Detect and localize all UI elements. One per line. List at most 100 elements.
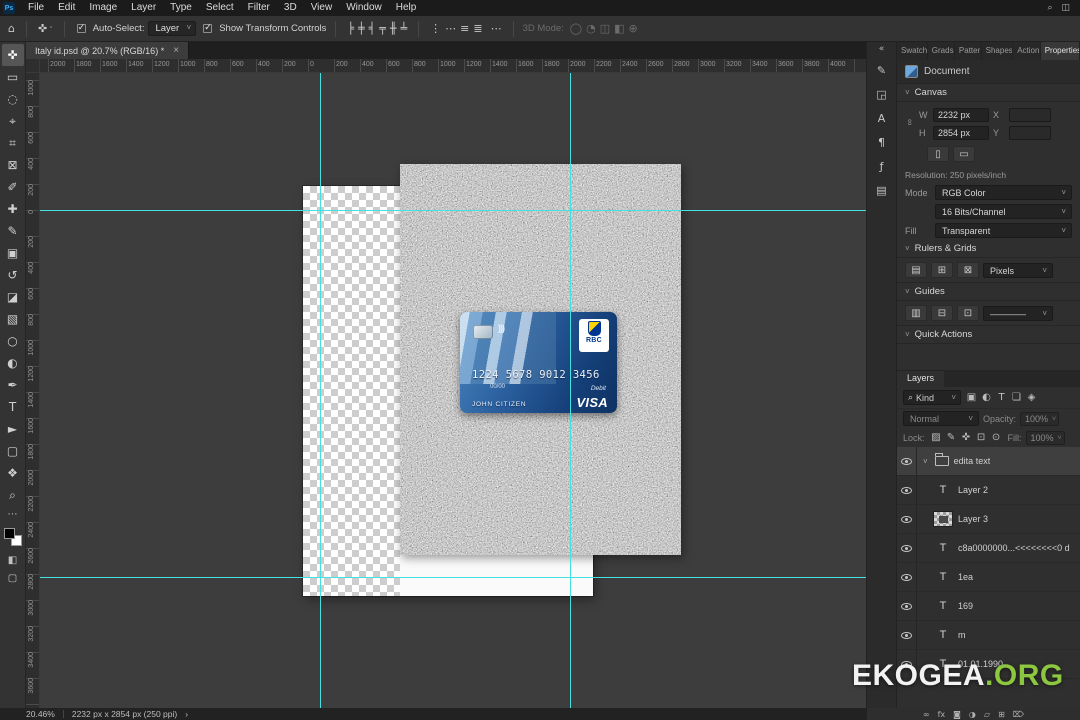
width-field[interactable]: 2232 px [933, 108, 989, 122]
menu-item-image[interactable]: Image [82, 0, 124, 16]
more-options-icon[interactable]: ⋯ [489, 22, 504, 35]
pen-tool[interactable]: ✒ [2, 374, 24, 396]
3d-scale-icon[interactable]: ⊕ [627, 22, 640, 35]
edit-toolbar-icon[interactable]: ⋯ [8, 509, 18, 520]
photoshop-app-icon[interactable]: Ps [3, 2, 15, 14]
tab-layers[interactable]: Layers [897, 371, 945, 387]
layer-row[interactable]: Layer 3 [897, 505, 1080, 534]
rectangle-tool[interactable]: ▢ [2, 440, 24, 462]
canvas-section-header[interactable]: Canvas [897, 84, 1080, 102]
search-icon[interactable]: ⌕ [1047, 3, 1052, 13]
path-selection-tool[interactable]: ► [2, 418, 24, 440]
object-selection-tool[interactable]: ⌖ [2, 110, 24, 132]
foreground-color-swatch[interactable] [3, 528, 15, 539]
marquee-tool[interactable]: ▭ [2, 66, 24, 88]
type-tool[interactable]: T [2, 396, 24, 418]
menu-item-3d[interactable]: 3D [277, 0, 304, 16]
y-field[interactable] [1009, 126, 1051, 140]
menu-item-filter[interactable]: Filter [241, 0, 277, 16]
new-adjustment-layer-icon[interactable]: ◑ [969, 710, 976, 719]
eraser-tool[interactable]: ◪ [2, 286, 24, 308]
ruler-top[interactable]: 2000 1800 1600 1400 1200 1000 800 600 400 200 0 200… [40, 59, 866, 73]
grid-toggle-icon[interactable]: ⊞ [931, 262, 953, 278]
units-select[interactable]: Pixels [983, 262, 1053, 278]
gradient-tool[interactable]: ▧ [2, 308, 24, 330]
filter-pixel-layers-icon[interactable]: ▣ [964, 390, 979, 405]
panel-tab-action[interactable]: Action [1013, 42, 1041, 60]
rulers-grids-section-header[interactable]: Rulers & Grids [897, 240, 1080, 258]
menu-item-view[interactable]: View [304, 0, 340, 16]
lock-position-icon[interactable]: ✜ [959, 430, 974, 445]
close-icon[interactable]: × [173, 45, 179, 56]
clear-guides-icon[interactable]: ⊡ [957, 305, 979, 321]
collapse-panels-icon[interactable]: « [879, 44, 885, 57]
filter-shape-layers-icon[interactable]: ❏ [1009, 390, 1024, 405]
eyedropper-tool[interactable]: ✐ [2, 176, 24, 198]
lock-all-icon[interactable]: ⊙ [989, 430, 1004, 445]
color-swatches[interactable] [3, 528, 22, 546]
panel-tab-shapes[interactable]: Shapes [982, 42, 1014, 60]
align-left-icon[interactable]: ╞ [345, 22, 356, 35]
home-icon[interactable]: ⌂ [6, 22, 17, 35]
guide-style-select[interactable]: ———— [983, 305, 1053, 321]
link-layers-icon[interactable]: ∞ [923, 710, 930, 719]
layer-row[interactable]: ˅ edita text [897, 447, 1080, 476]
landscape-orientation-icon[interactable]: ▭ [953, 146, 975, 162]
menu-item-type[interactable]: Type [163, 0, 199, 16]
screen-mode-icon[interactable]: ▢ [2, 569, 24, 587]
align-top-icon[interactable]: ╤ [377, 22, 388, 35]
lock-pixels-icon[interactable]: ✎ [944, 430, 959, 445]
layer-thumbnail[interactable] [933, 511, 953, 527]
new-layer-icon[interactable]: ⊞ [998, 710, 1005, 719]
filter-type-layers-icon[interactable]: T [994, 390, 1009, 405]
character-panel-icon[interactable]: A [871, 107, 893, 129]
panel-tab-properties[interactable]: Properties [1040, 42, 1080, 60]
dodge-tool[interactable]: ◐ [2, 352, 24, 374]
ruler-corner[interactable] [26, 59, 40, 73]
status-arrow-icon[interactable]: › [185, 709, 188, 719]
group-expander-icon[interactable]: ˅ [923, 457, 928, 466]
layer-row[interactable]: T Layer 2 [897, 476, 1080, 505]
properties-document-header[interactable]: Document [897, 60, 1080, 84]
new-guide-layout-icon[interactable]: ▥ [905, 305, 927, 321]
layer-fill-field[interactable]: 100% [1025, 430, 1065, 445]
zoom-level[interactable]: 20.46% [26, 709, 55, 719]
brush-tool[interactable]: ✎ [2, 220, 24, 242]
guides-section-header[interactable]: Guides [897, 283, 1080, 301]
bit-depth-select[interactable]: 16 Bits/Channel [935, 204, 1072, 219]
layer-row[interactable]: Tm [897, 621, 1080, 650]
layer-visibility-toggle[interactable] [897, 592, 917, 620]
clone-stamp-tool[interactable]: ▣ [2, 242, 24, 264]
quick-mask-icon[interactable]: ◧ [2, 551, 24, 569]
panel-tab-swatch[interactable]: Swatch [897, 42, 928, 60]
layer-visibility-toggle[interactable] [897, 505, 917, 533]
distribute-widths-icon[interactable]: ≣ [471, 22, 484, 35]
zoom-tool[interactable]: ⌕ [2, 484, 24, 506]
spot-healing-tool[interactable]: ✚ [2, 198, 24, 220]
blend-mode-select[interactable]: Normal [903, 411, 979, 426]
guide-vertical-1[interactable] [320, 73, 321, 708]
height-field[interactable]: 2854 px [933, 126, 989, 140]
link-dimensions-icon[interactable]: ∞ [905, 119, 915, 129]
align-middle-icon[interactable]: ╫ [388, 22, 399, 35]
canvas[interactable]: ))) RBC 1224 5678 9012 3456 00/00 JOHN C… [40, 73, 866, 708]
auto-select-checkbox[interactable] [76, 22, 86, 33]
quick-actions-section-header[interactable]: Quick Actions [897, 326, 1080, 344]
layer-visibility-toggle[interactable] [897, 447, 917, 475]
crop-tool[interactable]: ⌗ [2, 132, 24, 154]
blur-tool[interactable]: ○ [2, 330, 24, 352]
align-center-h-icon[interactable]: ╪ [356, 22, 367, 35]
delete-layer-icon[interactable]: ⌦ [1013, 710, 1024, 719]
lock-transparency-icon[interactable]: ▨ [929, 430, 944, 445]
distribute-horizontal-icon[interactable]: ⋯ [443, 22, 458, 35]
menu-item-select[interactable]: Select [199, 0, 241, 16]
opacity-field[interactable]: 100% [1020, 411, 1060, 426]
distribute-vertical-icon[interactable]: ⋮ [428, 22, 443, 35]
clone-source-icon[interactable]: ◲ [871, 83, 893, 105]
layer-visibility-toggle[interactable] [897, 563, 917, 591]
layer-row[interactable]: T 1ea [897, 563, 1080, 592]
guide-horizontal-2[interactable] [40, 577, 866, 578]
new-group-icon[interactable]: ▱ [984, 710, 990, 719]
color-mode-select[interactable]: RGB Color [935, 185, 1072, 200]
glyphs-panel-icon[interactable]: ƒ [871, 155, 893, 177]
